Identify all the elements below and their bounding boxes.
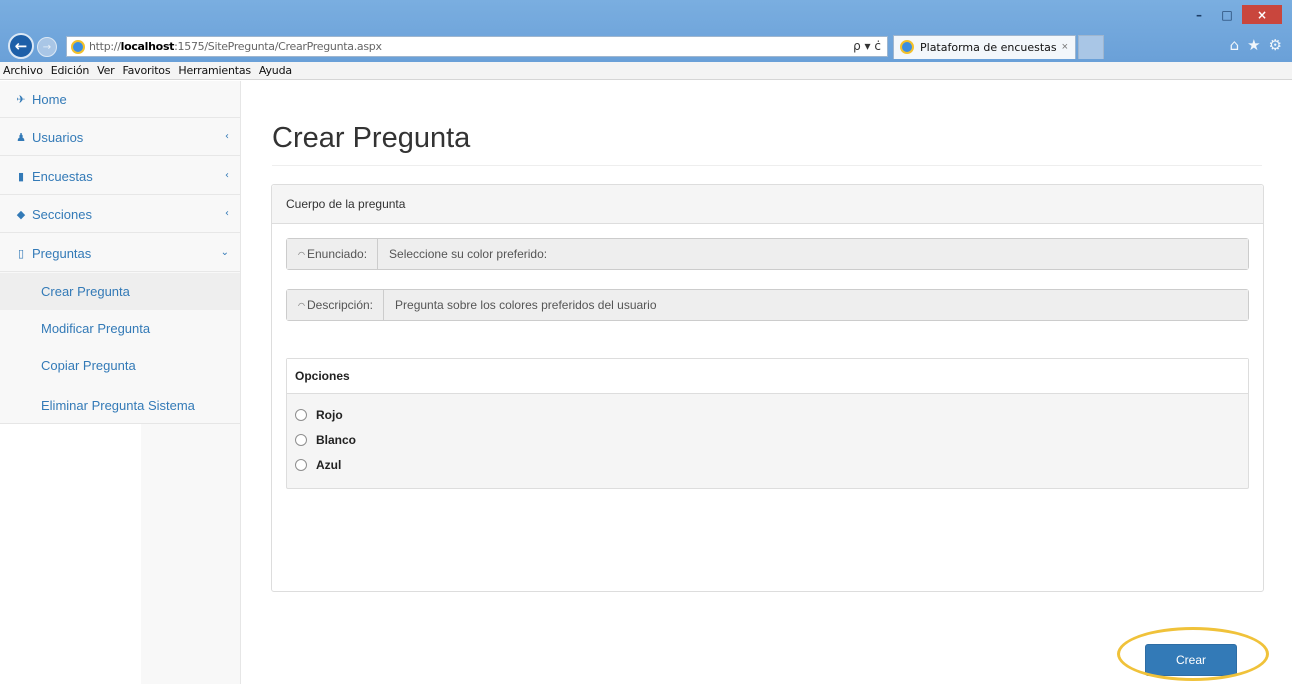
- url-path: :1575/SitePregunta/CrearPregunta.aspx: [174, 40, 382, 53]
- radio-azul[interactable]: [295, 459, 307, 471]
- option-label: Azul: [316, 458, 342, 472]
- option-azul[interactable]: Azul: [295, 456, 341, 474]
- descripcion-input-group: ◠ Descripción: Pregunta sobre los colores…: [286, 289, 1249, 321]
- arrow-right-icon: →: [42, 41, 52, 53]
- forward-button[interactable]: →: [37, 37, 57, 57]
- menu-ver[interactable]: Ver: [97, 62, 115, 79]
- sidebar-lower-strip: [141, 424, 241, 684]
- back-button[interactable]: ←: [8, 33, 34, 59]
- sidebar-item-label: Usuarios: [32, 129, 84, 145]
- option-label: Blanco: [316, 433, 357, 447]
- option-rojo[interactable]: Rojo: [295, 406, 343, 424]
- enunciado-addon: ◠ Enunciado:: [287, 239, 379, 269]
- window-controls: – □ ×: [1186, 5, 1282, 24]
- sidebar-subitem-copiar-pregunta[interactable]: Copiar Pregunta: [0, 347, 240, 384]
- url-host: localhost: [120, 40, 175, 53]
- users-icon: ♟: [16, 130, 26, 144]
- sidebar-item-label: Home: [32, 91, 67, 107]
- tab-title: Plataforma de encuestas: [920, 41, 1057, 54]
- home-icon: ✈: [16, 92, 26, 106]
- refresh-icon: ◠: [298, 249, 305, 259]
- address-bar[interactable]: http://localhost:1575/SitePregunta/Crear…: [66, 36, 888, 57]
- arrow-left-icon: ←: [14, 37, 28, 55]
- browser-tab[interactable]: Plataforma de encuestas ×: [893, 35, 1076, 59]
- sidebar: ✈ Home ♟ Usuarios ‹ ▮ Encuestas ‹ ◆ Secc…: [0, 81, 241, 684]
- ie-page-icon: [71, 40, 85, 54]
- crear-button[interactable]: Crear: [1145, 644, 1237, 676]
- tab-favicon-icon: [900, 40, 914, 54]
- title-divider: [272, 165, 1262, 166]
- bookmark-outline-icon: ▯: [17, 246, 25, 260]
- new-tab-button[interactable]: [1078, 35, 1104, 59]
- menu-edicion[interactable]: Edición: [51, 62, 90, 79]
- sidebar-item-label: Secciones: [32, 206, 92, 222]
- enunciado-field[interactable]: Seleccione su color preferido:: [378, 239, 1248, 269]
- restore-button[interactable]: □: [1214, 5, 1240, 24]
- question-panel: Cuerpo de la pregunta ◠ Enunciado: Selecc…: [271, 184, 1264, 592]
- navigation-row: ← → http://localhost:1575/SitePregunta/C…: [0, 32, 1292, 60]
- browser-title-bar: – □ × ← → http://localhost:1575/SitePreg…: [0, 0, 1292, 62]
- enunciado-input-group: ◠ Enunciado: Seleccione su color preferid…: [286, 238, 1249, 270]
- browser-right-icons: ⌂ ★ ⚙: [1230, 36, 1282, 54]
- menu-favoritos[interactable]: Favoritos: [123, 62, 171, 79]
- sidebar-empty-area: [0, 521, 141, 684]
- chevron-down-icon: ⌄: [220, 247, 229, 258]
- sidebar-item-label: Preguntas: [32, 245, 92, 261]
- url-prefix: http://: [89, 40, 121, 53]
- chevron-left-icon: ‹: [225, 208, 229, 219]
- star-icon[interactable]: ★: [1247, 36, 1260, 54]
- sidebar-subitem-modificar-pregunta[interactable]: Modificar Pregunta: [0, 310, 240, 347]
- sidebar-item-preguntas[interactable]: ▯ Preguntas ⌄: [0, 235, 240, 272]
- menu-herramientas[interactable]: Herramientas: [178, 62, 251, 79]
- home-icon[interactable]: ⌂: [1230, 36, 1240, 54]
- opciones-heading: Opciones: [287, 359, 1248, 394]
- minimize-button[interactable]: –: [1186, 5, 1212, 24]
- radio-blanco[interactable]: [295, 434, 307, 446]
- sidebar-item-label: Encuestas: [32, 168, 93, 184]
- chevron-left-icon: ‹: [225, 170, 229, 181]
- page-title: Crear Pregunta: [272, 122, 471, 154]
- opciones-panel: Opciones Rojo Blanco Azul: [286, 358, 1249, 489]
- panel-heading: Cuerpo de la pregunta: [272, 185, 1263, 224]
- enunciado-label: Enunciado:: [306, 247, 368, 261]
- sidebar-subitem-crear-pregunta[interactable]: Crear Pregunta: [0, 273, 240, 310]
- menu-bar: Archivo Edición Ver Favoritos Herramient…: [0, 62, 1292, 80]
- radio-rojo[interactable]: [295, 409, 307, 421]
- close-window-button[interactable]: ×: [1242, 5, 1282, 24]
- search-refresh-icons[interactable]: ρ ▾ ċ: [853, 39, 881, 53]
- option-blanco[interactable]: Blanco: [295, 431, 356, 449]
- descripcion-label: Descripción:: [306, 298, 374, 312]
- sidebar-item-secciones[interactable]: ◆ Secciones ‹: [0, 196, 240, 233]
- descripcion-addon: ◠ Descripción:: [287, 290, 385, 320]
- descripcion-field[interactable]: Pregunta sobre los colores preferidos de…: [384, 290, 1248, 320]
- url-text[interactable]: http://localhost:1575/SitePregunta/Crear…: [89, 40, 382, 53]
- chevron-left-icon: ‹: [225, 131, 229, 142]
- tab-close-icon[interactable]: ×: [1062, 41, 1068, 53]
- sidebar-item-home[interactable]: ✈ Home: [0, 81, 240, 118]
- sidebar-item-encuestas[interactable]: ▮ Encuestas ‹: [0, 158, 240, 195]
- tags-icon: ◆: [16, 207, 26, 221]
- option-label: Rojo: [316, 408, 343, 422]
- menu-ayuda[interactable]: Ayuda: [259, 62, 292, 79]
- gear-icon[interactable]: ⚙: [1269, 36, 1282, 54]
- menu-archivo[interactable]: Archivo: [3, 62, 43, 79]
- bookmark-icon: ▮: [17, 169, 25, 183]
- sidebar-item-usuarios[interactable]: ♟ Usuarios ‹: [0, 119, 240, 156]
- sidebar-subitem-eliminar-pregunta-sistema[interactable]: Eliminar Pregunta Sistema: [0, 387, 240, 424]
- refresh-icon: ◠: [298, 300, 305, 310]
